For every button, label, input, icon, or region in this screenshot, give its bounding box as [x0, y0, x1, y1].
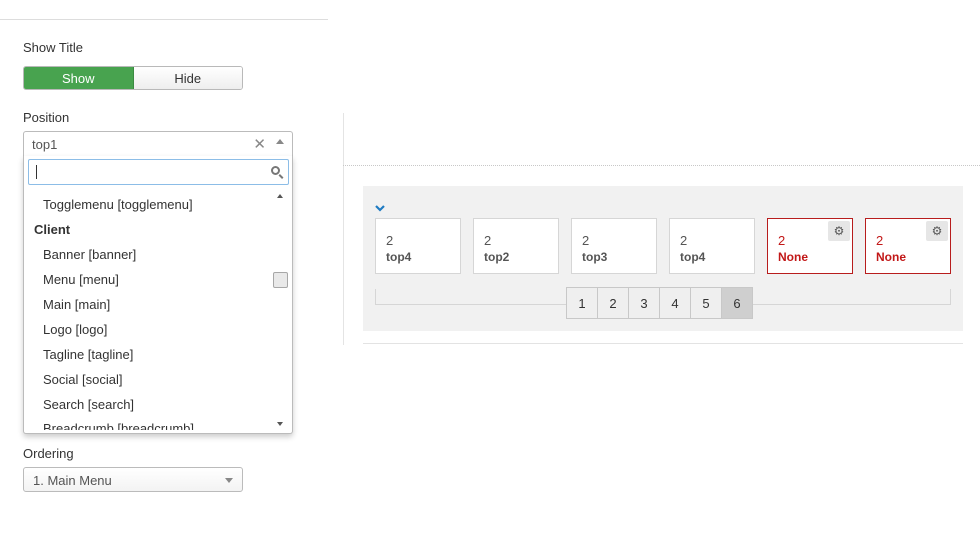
page-button[interactable]: 4	[659, 287, 691, 319]
search-icon	[271, 166, 280, 175]
column-divider	[343, 113, 344, 345]
position-search-input[interactable]	[28, 159, 289, 185]
module-card[interactable]: 2 top2	[473, 218, 559, 274]
module-count: 2	[876, 233, 884, 248]
option-banner[interactable]: Banner [banner]	[43, 247, 136, 262]
module-position: None	[778, 250, 808, 264]
ordering-select[interactable]: 1. Main Menu	[23, 467, 243, 492]
option-social[interactable]: Social [social]	[43, 372, 122, 387]
module-count: 2	[484, 233, 492, 248]
ordering-value: 1. Main Menu	[33, 473, 112, 488]
module-count: 2	[778, 233, 786, 248]
option-main[interactable]: Main [main]	[43, 297, 110, 312]
hide-button[interactable]: Hide	[133, 67, 242, 89]
module-card[interactable]: 2 top3	[571, 218, 657, 274]
module-position: top2	[484, 250, 510, 264]
module-count: 2	[680, 233, 688, 248]
option-menu[interactable]: Menu [menu]	[43, 272, 119, 287]
page-button[interactable]: 2	[597, 287, 629, 319]
dropdown-scrollbar[interactable]	[273, 190, 289, 430]
show-button[interactable]: Show	[24, 67, 134, 89]
ordering-label: Ordering	[23, 446, 74, 461]
option-search[interactable]: Search [search]	[43, 397, 134, 412]
section-divider	[343, 165, 980, 166]
position-value: top1	[32, 137, 58, 152]
module-count: 2	[386, 233, 394, 248]
option-tagline[interactable]: Tagline [tagline]	[43, 347, 133, 362]
option-group-client: Client	[34, 222, 71, 237]
page-button[interactable]: 1	[566, 287, 598, 319]
module-position: top4	[680, 250, 706, 264]
scroll-down-icon[interactable]	[277, 422, 283, 426]
page-button-active[interactable]: 6	[721, 287, 753, 319]
chevron-up-icon[interactable]	[276, 139, 284, 144]
module-position: top4	[386, 250, 412, 264]
module-card[interactable]: 2 top4	[375, 218, 461, 274]
pagination-rule-left	[375, 289, 376, 305]
page-button[interactable]: 5	[690, 287, 722, 319]
show-title-label: Show Title	[23, 40, 83, 55]
module-card-error[interactable]: 2 None ⚙	[865, 218, 951, 274]
position-label: Position	[23, 110, 70, 125]
text-caret	[36, 165, 37, 179]
show-title-toggle[interactable]: Show Hide	[23, 66, 243, 90]
bottom-divider	[363, 343, 963, 344]
module-position: top3	[582, 250, 608, 264]
module-card[interactable]: 2 top4	[669, 218, 755, 274]
module-count: 2	[582, 233, 590, 248]
option-breadcrumb[interactable]: Breadcrumb [breadcrumb]	[43, 421, 194, 430]
position-options-list: Togglemenu [togglemenu] Client Banner [b…	[24, 192, 272, 430]
gear-icon[interactable]: ⚙	[926, 221, 948, 241]
position-dropdown: Togglemenu [togglemenu] Client Banner [b…	[23, 156, 293, 434]
top-divider	[0, 19, 328, 20]
module-position: None	[876, 250, 906, 264]
scrollbar-thumb[interactable]	[273, 272, 288, 288]
module-positions-panel: 2 top4 2 top2 2 top3 2 top4 2 None ⚙ 2 N…	[363, 186, 963, 331]
close-icon[interactable]: ✕	[253, 135, 266, 153]
chevron-down-icon	[225, 478, 233, 483]
option-togglemenu[interactable]: Togglemenu [togglemenu]	[43, 197, 193, 212]
module-card-error[interactable]: 2 None ⚙	[767, 218, 853, 274]
chevron-down-icon[interactable]	[375, 203, 385, 213]
pagination: 1 2 3 4 5 6	[566, 287, 753, 319]
gear-icon[interactable]: ⚙	[828, 221, 850, 241]
scroll-up-icon[interactable]	[277, 194, 283, 198]
option-logo[interactable]: Logo [logo]	[43, 322, 107, 337]
position-select[interactable]: top1 ✕	[23, 131, 293, 157]
pagination-rule-right	[950, 289, 951, 305]
page-button[interactable]: 3	[628, 287, 660, 319]
